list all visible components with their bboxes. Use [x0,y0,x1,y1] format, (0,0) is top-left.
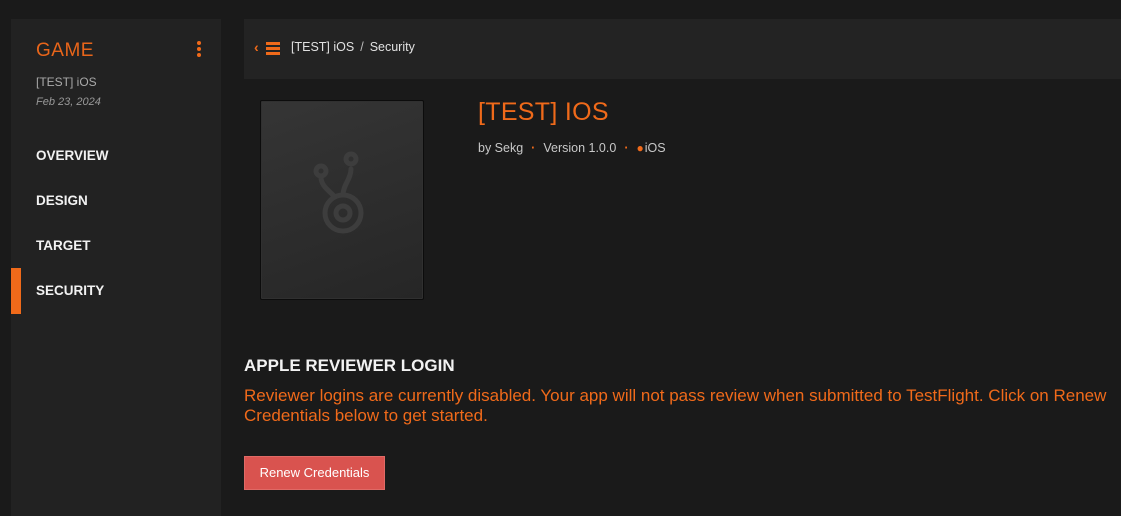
app-placeholder-icon [313,151,364,234]
breadcrumb-app[interactable]: [TEST] iOS [291,40,354,54]
breadcrumb-current: Security [369,40,415,54]
kebab-menu-icon[interactable] [195,41,203,59]
renew-credentials-button[interactable]: Renew Credentials [244,456,385,490]
breadcrumb-separator: / [360,40,364,54]
apple-icon: ● [636,141,644,155]
app-platform: iOS [644,141,666,155]
chevron-left-icon[interactable]: ‹ [254,39,259,55]
app-author: by Sekg [478,141,524,155]
hamburger-icon[interactable] [266,42,280,55]
breadcrumb: [TEST] iOS / Security [291,40,415,54]
app-title: [TEST] IOS [478,98,609,126]
meta-separator: · [531,141,536,155]
sidebar-app-name: [TEST] iOS [36,75,97,89]
sidebar-item-security[interactable]: SECURITY [11,268,221,314]
sidebar-item-target[interactable]: TARGET [11,223,221,269]
sidebar-item-overview[interactable]: OVERVIEW [11,133,221,179]
section-heading: APPLE REVIEWER LOGIN [244,356,455,375]
sidebar-item-design[interactable]: DESIGN [11,178,221,224]
sidebar-title: GAME [36,40,94,61]
sidebar-date: Feb 23, 2024 [36,96,101,108]
app-version: Version 1.0.0 [543,141,617,155]
meta-separator: · [624,141,629,155]
app-icon [260,100,424,300]
sidebar: GAME [TEST] iOS Feb 23, 2024 OVERVIEW DE… [11,19,221,516]
warning-message: Reviewer logins are currently disabled. … [244,386,1107,425]
app-meta: by Sekg · Version 1.0.0 · ●iOS [478,141,666,155]
top-bar: ‹ [TEST] iOS / Security [244,19,1121,79]
